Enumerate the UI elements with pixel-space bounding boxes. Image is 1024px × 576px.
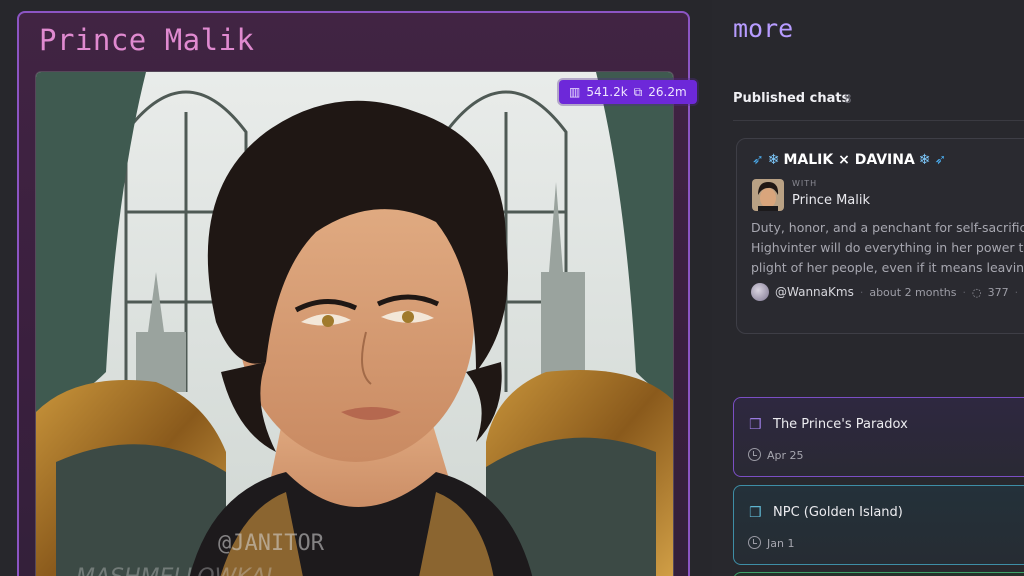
chat-description-line: plight of her people, even if it means l… [751,260,1024,275]
with-avatar[interactable] [752,179,784,211]
chat-bubbles-icon: ⧉ [633,84,643,99]
story-date: Apr 25 [767,449,804,462]
comment-count: 377 [987,285,1009,299]
feather-icon: ➶ [752,152,764,168]
divider [733,120,1024,121]
story-card[interactable] [733,572,1024,576]
story-title: NPC (Golden Island) [773,505,903,520]
story-date: Jan 1 [767,537,795,550]
separator-dot: · [962,285,967,299]
snowflake-icon: ❄ [918,152,931,168]
more-heading: more [733,14,794,43]
comment-icon: ◌ [972,285,982,299]
character-name: Prince Malik [39,23,255,57]
published-chats-label: Published chats [733,91,850,106]
book-open-icon: ❒ [749,505,762,521]
chat-description: Duty, honor, and a penchant for self-sac… [751,218,1024,278]
chat-title: ➶ ❄ MALIK × DAVINA ❄ ➶ [752,152,946,168]
portrait-watermark: @JANITOR [218,531,325,556]
clock-icon [748,536,761,549]
chat-meta: @WannaKms · about 2 months · ◌ 377 · ◉ 3 [751,283,1024,301]
chat-description-line: Duty, honor, and a penchant for self-sac… [751,220,1024,235]
story-card[interactable]: ❒ The Prince's Paradox Apr 25 [733,397,1024,477]
snowflake-icon: ❄ [767,152,780,168]
feather-icon: ➶ [934,152,947,168]
token-count: 541.2k [586,85,628,99]
chat-count: 26.2m [648,85,687,99]
published-chat-card[interactable]: ➶ ❄ MALIK × DAVINA ❄ ➶ WITH Prince Malik… [736,138,1024,334]
author-handle[interactable]: @WannaKms [775,285,854,299]
chat-time: about 2 months [869,285,957,299]
chat-description-line: Highvinter will do everything in her pow… [751,240,1024,255]
author-avatar[interactable] [751,283,769,301]
character-portrait[interactable]: @JANITOR MASHMELLOWKAI [35,71,674,576]
book-open-icon: ❒ [749,417,762,433]
published-chats-count: 8 [844,92,852,106]
story-title: The Prince's Paradox [773,417,908,432]
portrait-watermark-2: MASHMELLOWKAI [76,565,272,576]
character-stats-badge: ▥ 541.2k ⧉ 26.2m [559,80,697,104]
separator-dot: · [1014,285,1019,299]
separator-dot: · [859,285,864,299]
with-label: WITH [792,179,818,188]
story-card[interactable]: ❒ NPC (Golden Island) Jan 1 [733,485,1024,565]
clock-icon [748,448,761,461]
book-icon: ▥ [569,85,581,99]
with-character-name[interactable]: Prince Malik [792,193,870,208]
chat-title-text: MALIK × DAVINA [783,152,915,168]
